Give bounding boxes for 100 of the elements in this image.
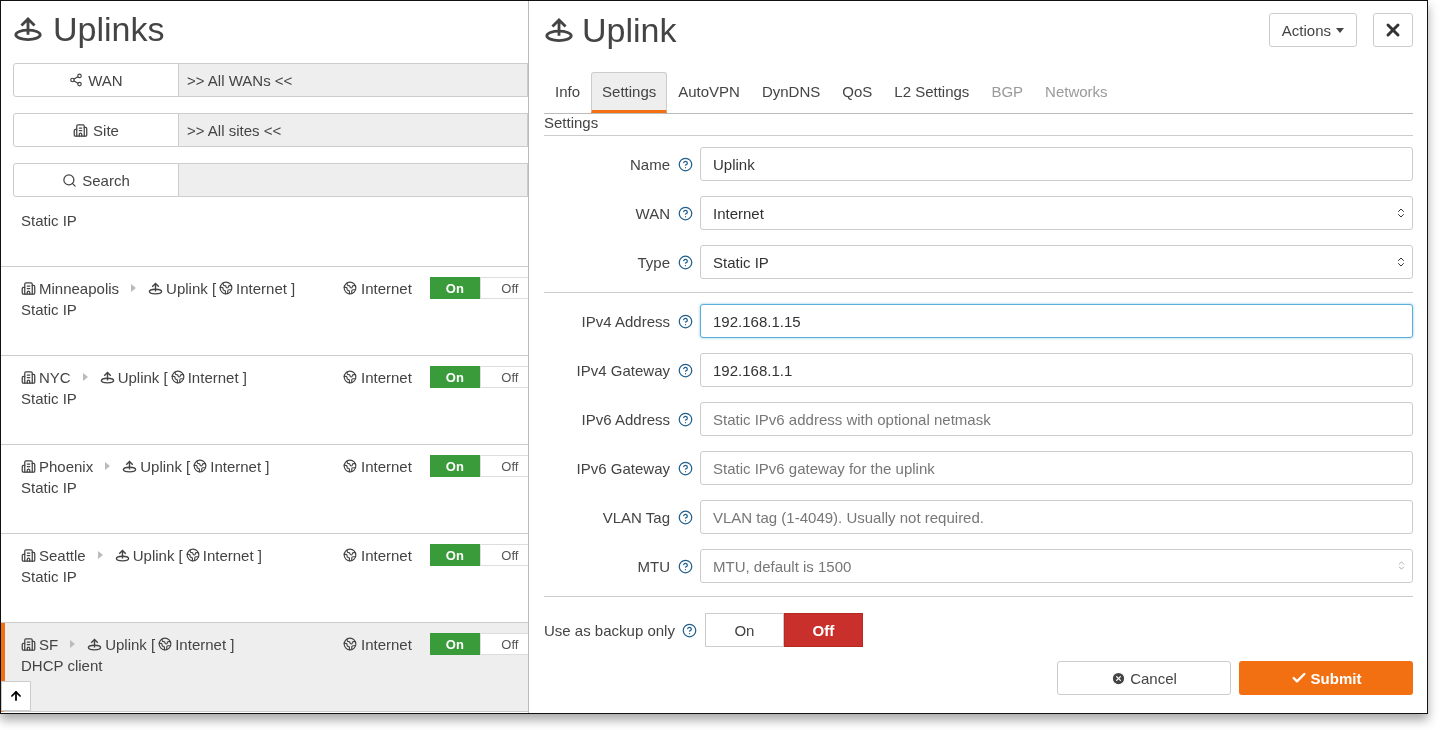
uplink-row[interactable]: Phoenix Uplink [ Internet ] Internet On Off Static IP: [1, 445, 528, 534]
site-link[interactable]: Seattle: [39, 546, 86, 564]
input-field[interactable]: VLAN tag (1-4049). Usually not required.: [700, 500, 1413, 534]
help-icon[interactable]: [682, 622, 698, 638]
field-label: IPv4 Address: [580, 312, 670, 330]
uplink-row[interactable]: Minneapolis Uplink [ Internet ] Internet On Off Static IP: [1, 267, 528, 356]
field-label: Use as backup only: [544, 621, 675, 639]
off-toggle[interactable]: Off: [479, 633, 528, 655]
help-icon[interactable]: [677, 156, 693, 172]
globe-icon: [343, 459, 357, 473]
on-toggle[interactable]: On: [429, 455, 480, 477]
site-link[interactable]: SF: [39, 635, 59, 653]
upload-icon: [544, 17, 574, 43]
help-icon[interactable]: [677, 313, 693, 329]
help-icon[interactable]: [677, 254, 693, 270]
uplink-type: Static IP: [21, 479, 77, 496]
help-icon[interactable]: [677, 362, 693, 378]
backup-toggle-option[interactable]: On: [704, 613, 784, 647]
globe-icon: [193, 459, 208, 473]
building-icon: [21, 547, 36, 563]
tab[interactable]: AutoVPN: [667, 72, 751, 113]
wan-name: Internet: [361, 546, 412, 564]
uplink-type: Static IP: [21, 568, 77, 585]
help-icon[interactable]: [677, 558, 693, 574]
uplink-type: Static IP: [21, 212, 77, 229]
globe-icon: [219, 281, 234, 295]
search-field[interactable]: [179, 163, 528, 197]
backup-toggle-option[interactable]: Off: [783, 613, 863, 647]
input-field[interactable]: Static IPv6 gateway for the uplink: [700, 451, 1413, 485]
tab[interactable]: L2 Settings: [883, 72, 981, 113]
tab[interactable]: Settings: [591, 72, 668, 113]
upload-icon: [13, 16, 43, 42]
uplink-link[interactable]: Uplink [: [105, 635, 156, 653]
upload-icon: [87, 637, 103, 651]
actions-button[interactable]: Actions: [1268, 13, 1357, 47]
off-toggle[interactable]: Off: [479, 277, 528, 299]
uplink-row[interactable]: Seattle Uplink [ Internet ] Internet On Off Static IP: [1, 534, 528, 623]
close-button[interactable]: [1373, 13, 1413, 47]
globe-icon: [343, 548, 357, 562]
globe-icon: [158, 637, 173, 651]
uplink-row[interactable]: NYC Uplink [ Internet ] Internet On Off Static IP: [1, 356, 528, 445]
help-icon[interactable]: [677, 460, 693, 476]
off-toggle[interactable]: Off: [479, 366, 528, 388]
input-field[interactable]: 192.168.1.1: [700, 353, 1413, 387]
site-link[interactable]: Phoenix: [39, 457, 94, 475]
wan-filter-button[interactable]: WAN: [13, 63, 179, 97]
select-field[interactable]: Internet: [700, 196, 1413, 230]
field-label: IPv6 Address: [580, 410, 670, 428]
caret-right-icon: [131, 284, 137, 292]
on-toggle[interactable]: On: [429, 544, 480, 566]
input-field[interactable]: Uplink: [700, 147, 1413, 181]
caret-right-icon: [97, 551, 103, 559]
on-toggle[interactable]: On: [429, 277, 480, 299]
uplink-wan: Internet ]: [236, 279, 296, 297]
on-toggle[interactable]: On: [429, 366, 480, 388]
select-arrows-icon: [1395, 256, 1407, 268]
search-icon: [62, 172, 78, 188]
close-circle-icon: [1111, 670, 1127, 686]
uplink-link[interactable]: Uplink [: [117, 368, 168, 386]
off-toggle[interactable]: Off: [479, 455, 528, 477]
uplink-link[interactable]: Uplink [: [166, 279, 217, 297]
building-icon: [21, 369, 36, 385]
tab[interactable]: QoS: [831, 72, 884, 113]
help-icon[interactable]: [677, 509, 693, 525]
panel-title: Uplink: [582, 10, 677, 50]
site-link[interactable]: Minneapolis: [39, 279, 120, 297]
uplink-row[interactable]: SF Uplink [ Internet ] Internet On Off DHCP client: [1, 623, 528, 712]
site-filter-button[interactable]: Site: [13, 113, 179, 147]
input-field[interactable]: 192.168.1.15: [700, 304, 1413, 338]
tab[interactable]: DynDNS: [750, 72, 832, 113]
input-field[interactable]: Static IPv6 address with optional netmask: [700, 402, 1413, 436]
search-button[interactable]: Search: [13, 163, 179, 197]
building-icon: [73, 122, 89, 138]
globe-icon: [170, 370, 185, 384]
select-field[interactable]: Static IP: [700, 245, 1413, 279]
field-label: IPv6 Gateway: [575, 459, 670, 477]
on-toggle[interactable]: On: [429, 633, 480, 655]
cancel-button[interactable]: Cancel: [1057, 661, 1231, 695]
filter-select[interactable]: >> All sites <<: [179, 113, 528, 147]
uplink-wan: Internet ]: [210, 457, 270, 475]
back-to-top-button[interactable]: [1, 681, 31, 711]
help-icon[interactable]: [677, 205, 693, 221]
uplink-type: Static IP: [21, 390, 77, 407]
building-icon: [21, 636, 36, 652]
help-icon[interactable]: [677, 411, 693, 427]
uplink-wan: Internet ]: [175, 635, 235, 653]
uplink-link[interactable]: Uplink [: [140, 457, 191, 475]
upload-icon: [114, 548, 130, 562]
globe-icon: [185, 548, 200, 562]
uplink-wan: Internet ]: [187, 368, 247, 386]
tab[interactable]: Info: [544, 72, 592, 113]
field-label: Name: [629, 155, 670, 173]
filter-select[interactable]: >> All WANs <<: [179, 63, 528, 97]
site-link[interactable]: NYC: [39, 368, 71, 386]
uplink-link[interactable]: Uplink [: [132, 546, 183, 564]
off-toggle[interactable]: Off: [479, 544, 528, 566]
field-label: Type: [636, 253, 670, 271]
caret-right-icon: [70, 640, 76, 648]
input-field[interactable]: MTU, default is 1500: [700, 549, 1413, 583]
field-label: WAN: [634, 204, 670, 222]
